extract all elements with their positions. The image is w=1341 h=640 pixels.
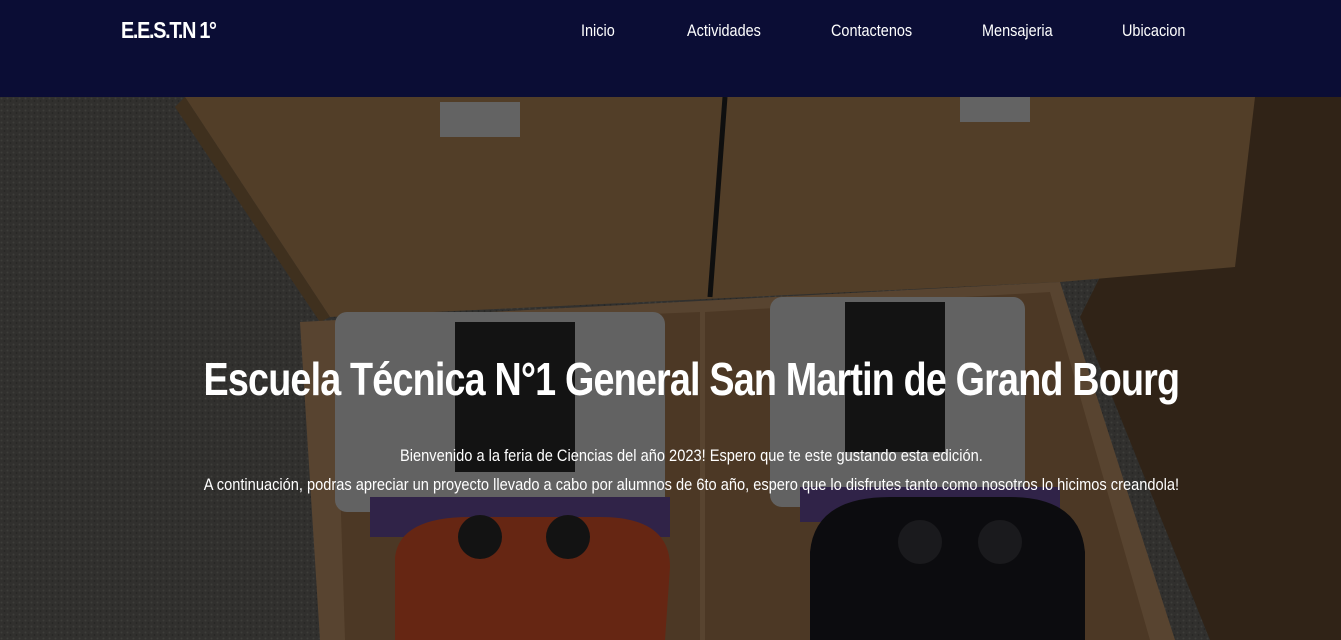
hero-welcome-text: Bienvenido a la feria de Ciencias del añ… — [400, 446, 983, 465]
top-navbar: E.E.S.T.N 1° Inicio Actividades Contacte… — [0, 0, 1341, 97]
nav-link-actividades[interactable]: Actividades — [687, 21, 761, 41]
nav-links: Inicio Actividades Contactenos Mensajeri… — [0, 21, 1341, 45]
hero-description-text: A continuación, podras apreciar un proye… — [203, 475, 1180, 494]
nav-link-contactenos[interactable]: Contactenos — [831, 21, 912, 41]
nav-link-mensajeria[interactable]: Mensajeria — [982, 21, 1053, 41]
hero-section: Escuela Técnica N°1 General San Martin d… — [0, 97, 1341, 640]
nav-link-ubicacion[interactable]: Ubicacion — [1122, 21, 1185, 41]
hero-title: Escuela Técnica N°1 General San Martin d… — [203, 353, 1181, 405]
nav-link-inicio[interactable]: Inicio — [581, 21, 615, 41]
